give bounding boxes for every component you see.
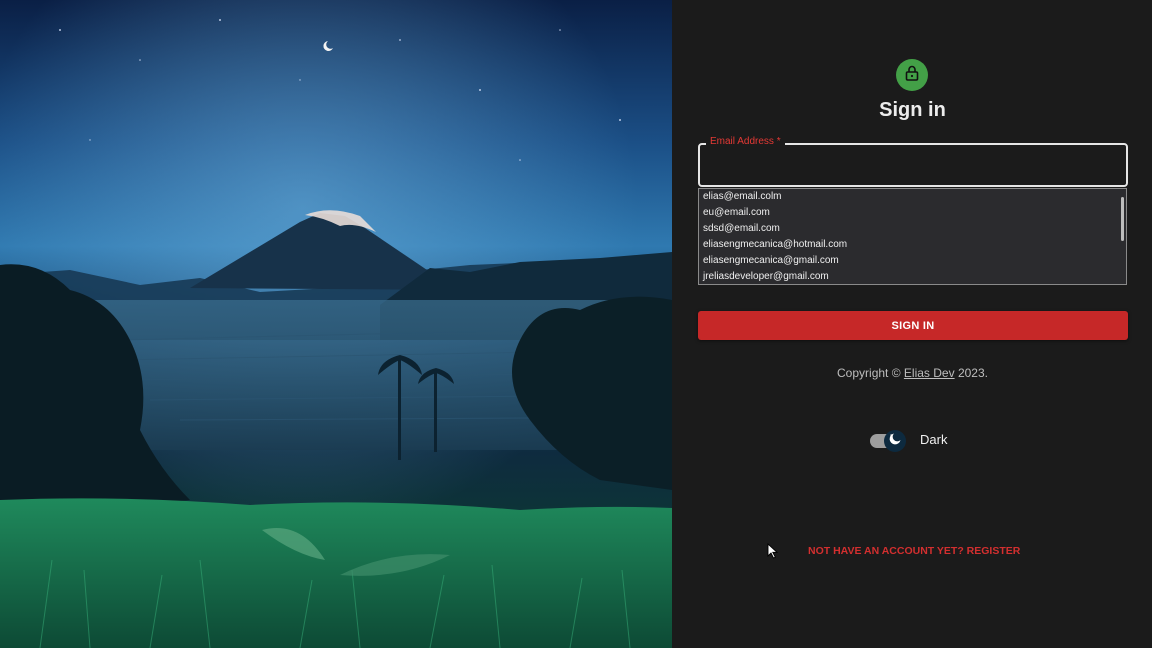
copyright-year: 2023. (957, 366, 988, 380)
theme-toggle[interactable] (868, 430, 908, 452)
page-title: Sign in (879, 99, 946, 121)
email-field-label: Email Address * (706, 136, 785, 147)
sign-in-button[interactable]: SIGN IN (698, 311, 1128, 340)
theme-toggle-label: Dark (920, 432, 948, 447)
hero-landscape-image (0, 0, 672, 648)
autocomplete-option[interactable]: eliasengmecanica@gmail.com (699, 253, 1126, 269)
moon-icon (888, 432, 902, 451)
copyright-prefix: Copyright © (837, 366, 901, 380)
autocomplete-option[interactable]: elias@email.colm (699, 189, 1126, 205)
autocomplete-scrollbar[interactable] (1121, 197, 1124, 241)
author-link[interactable]: Elias Dev (904, 366, 955, 380)
register-link[interactable]: NOT HAVE AN ACCOUNT YET? REGISTER (808, 545, 1020, 557)
lock-icon (905, 65, 919, 86)
landscape-illustration (0, 0, 672, 648)
sign-in-page: Sign in Email Address * elias@email.colm… (0, 0, 1152, 648)
autocomplete-option[interactable]: eu@email.com (699, 205, 1126, 221)
mouse-cursor-icon (767, 542, 779, 564)
autocomplete-option[interactable]: sdsd@email.com (699, 221, 1126, 237)
autocomplete-option[interactable]: eliasengmecanica@hotmail.com (699, 237, 1126, 253)
toggle-thumb[interactable] (884, 430, 906, 452)
lock-avatar (896, 59, 928, 91)
autocomplete-option[interactable]: jreliasdeveloper@gmail.com (699, 269, 1126, 284)
email-input[interactable] (710, 156, 1110, 176)
copyright-text: Copyright © Elias Dev 2023. (790, 366, 1035, 380)
email-autocomplete-list[interactable]: elias@email.colm eu@email.com sdsd@email… (698, 188, 1127, 285)
